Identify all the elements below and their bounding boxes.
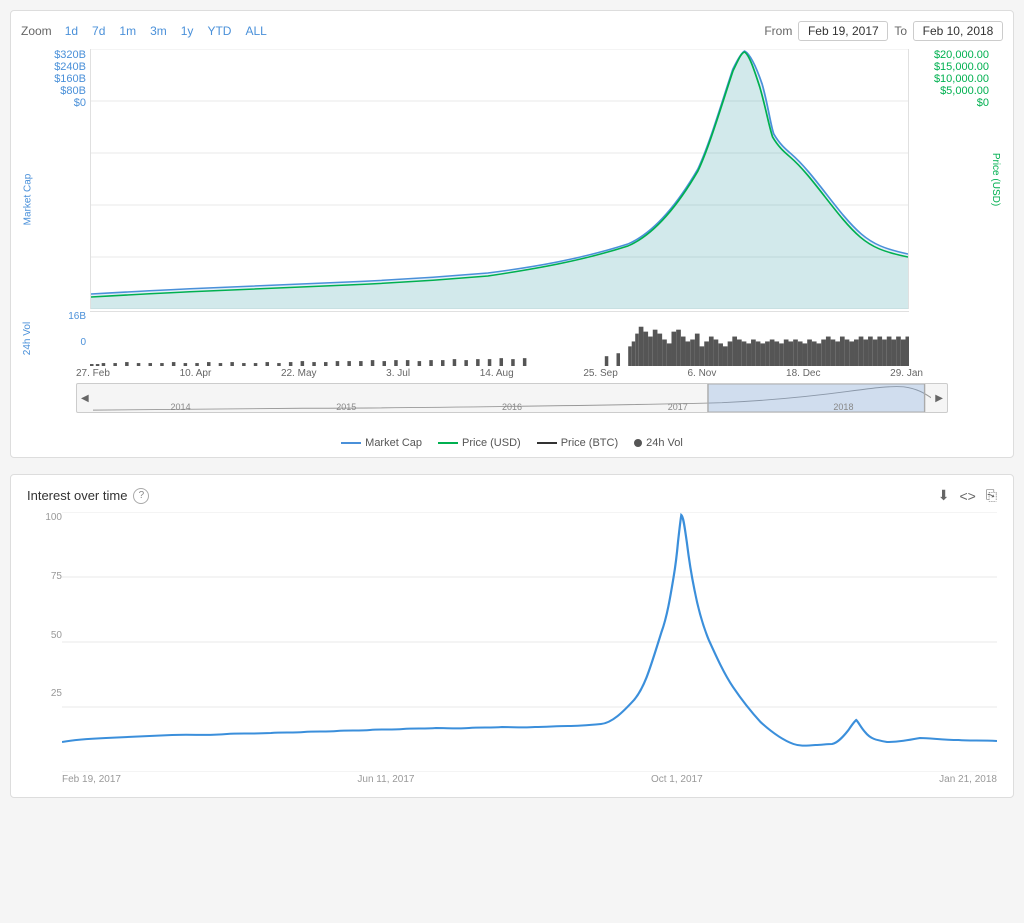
main-chart-container: Zoom 1d 7d 1m 3m 1y YTD ALL From To Mark… <box>10 10 1014 458</box>
vol-y-axis: 16B 0 <box>35 311 90 366</box>
nav-year-4: 2018 <box>833 402 853 412</box>
x-label-8: 29. Jan <box>890 368 923 379</box>
chart-toolbar: Zoom 1d 7d 1m 3m 1y YTD ALL From To <box>21 21 1003 41</box>
volume-chart-area <box>90 311 909 366</box>
zoom-label: Zoom <box>21 24 52 38</box>
y-label-left-3: $80B <box>35 85 90 97</box>
navigator-section: ◀ 2014 2015 2016 2017 2018 ▶ <box>21 383 1003 431</box>
interest-chart-svg <box>62 512 997 772</box>
share-icon[interactable]: ⎘ <box>986 487 997 504</box>
vol-label-bottom: 0 <box>35 337 90 348</box>
y-label-left-4: $0 <box>35 97 90 109</box>
legend-price-btc-label: Price (BTC) <box>561 437 618 449</box>
zoom-controls: Zoom 1d 7d 1m 3m 1y YTD ALL <box>21 22 272 40</box>
x-label-5: 25. Sep <box>583 368 617 379</box>
x-label-3: 3. Jul <box>386 368 410 379</box>
from-label: From <box>764 24 792 38</box>
chart-legend: Market Cap Price (USD) Price (BTC) 24h V… <box>21 437 1003 449</box>
interest-title: Interest over time <box>27 488 127 503</box>
x-axis-labels: 27. Feb 10. Apr 22. May 3. Jul 14. Aug 2… <box>21 366 1003 379</box>
legend-price-usd-line <box>438 442 458 444</box>
interest-y-3: 25 <box>27 688 62 699</box>
date-range-controls: From To <box>764 21 1003 41</box>
nav-left-arrow[interactable]: ◀ <box>77 393 93 404</box>
x-label-7: 18. Dec <box>786 368 820 379</box>
y-label-right-0: $20,000.00 <box>930 49 989 61</box>
legend-24h-vol: 24h Vol <box>634 437 683 449</box>
legend-price-btc: Price (BTC) <box>537 437 618 449</box>
zoom-7d-button[interactable]: 7d <box>87 22 110 40</box>
to-label: To <box>894 24 907 38</box>
interest-y-axis: 100 75 50 25 <box>27 512 62 772</box>
x-label-1: 10. Apr <box>180 368 212 379</box>
y-axis-right: $20,000.00 $15,000.00 $10,000.00 $5,000.… <box>909 49 989 129</box>
y-label-right-3: $5,000.00 <box>936 85 989 97</box>
legend-24h-vol-label: 24h Vol <box>646 437 683 449</box>
interest-y-0: 100 <box>27 512 62 523</box>
x-label-4: 14. Aug <box>480 368 514 379</box>
legend-24h-vol-dot <box>634 439 642 447</box>
navigator-bar[interactable]: ◀ 2014 2015 2016 2017 2018 ▶ <box>76 383 948 413</box>
price-chart-svg <box>91 49 908 309</box>
volume-chart-svg <box>90 312 909 366</box>
price-chart-svg-area <box>90 49 909 309</box>
legend-price-btc-line <box>537 442 557 444</box>
nav-right-arrow[interactable]: ▶ <box>931 393 947 404</box>
zoom-3m-button[interactable]: 3m <box>145 22 172 40</box>
interest-x-0: Feb 19, 2017 <box>62 774 121 785</box>
x-label-2: 22. May <box>281 368 317 379</box>
interest-title-row: Interest over time ? <box>27 488 149 504</box>
y-label-left-2: $160B <box>35 73 90 85</box>
x-label-0: 27. Feb <box>76 368 110 379</box>
y-label-right-4: $0 <box>973 97 989 109</box>
legend-market-cap-line <box>341 442 361 444</box>
zoom-1m-button[interactable]: 1m <box>114 22 141 40</box>
interest-y-1: 75 <box>27 571 62 582</box>
vol-label-top: 16B <box>35 311 90 322</box>
navigator-track: 2014 2015 2016 2017 2018 <box>93 384 932 412</box>
interest-actions: ⬇ <> ⎘ <box>938 487 997 504</box>
y-label-right-1: $15,000.00 <box>930 61 989 73</box>
y-label-right-2: $10,000.00 <box>930 73 989 85</box>
nav-year-0: 2014 <box>171 402 191 412</box>
zoom-ytd-button[interactable]: YTD <box>202 22 236 40</box>
interest-x-labels: Feb 19, 2017 Jun 11, 2017 Oct 1, 2017 Ja… <box>27 774 997 785</box>
interest-x-3: Jan 21, 2018 <box>939 774 997 785</box>
interest-x-1: Jun 11, 2017 <box>357 774 414 785</box>
interest-chart-inner <box>62 512 997 772</box>
interest-x-2: Oct 1, 2017 <box>651 774 703 785</box>
navigator-year-labels: 2014 2015 2016 2017 2018 <box>93 402 932 412</box>
from-date-input[interactable] <box>798 21 888 41</box>
nav-year-3: 2017 <box>668 402 688 412</box>
y-axis-left: $320B $240B $160B $80B $0 <box>35 49 90 129</box>
vol-axis-title: 24h Vol <box>23 322 34 355</box>
y-label-left-1: $240B <box>35 61 90 73</box>
legend-price-usd: Price (USD) <box>438 437 521 449</box>
interest-line <box>62 515 997 746</box>
legend-market-cap: Market Cap <box>341 437 422 449</box>
legend-market-cap-label: Market Cap <box>365 437 422 449</box>
nav-year-1: 2015 <box>336 402 356 412</box>
interest-y-2: 50 <box>27 630 62 641</box>
download-icon[interactable]: ⬇ <box>938 487 950 504</box>
x-label-6: 6. Nov <box>687 368 716 379</box>
y-axis-left-title: Market Cap <box>23 173 34 225</box>
interest-chart-wrapper: 100 75 50 25 <box>27 512 997 772</box>
interest-container: Interest over time ? ⬇ <> ⎘ 100 75 50 25 <box>10 474 1014 798</box>
legend-price-usd-label: Price (USD) <box>462 437 521 449</box>
zoom-all-button[interactable]: ALL <box>240 22 271 40</box>
zoom-1y-button[interactable]: 1y <box>176 22 199 40</box>
y-axis-right-title: Price (USD) <box>991 152 1002 205</box>
price-usd-area <box>91 52 908 309</box>
embed-icon[interactable]: <> <box>959 488 975 504</box>
nav-year-2: 2016 <box>502 402 522 412</box>
to-date-input[interactable] <box>913 21 1003 41</box>
interest-header: Interest over time ? ⬇ <> ⎘ <box>27 487 997 504</box>
y-label-left-0: $320B <box>35 49 90 61</box>
help-icon[interactable]: ? <box>133 488 149 504</box>
zoom-1d-button[interactable]: 1d <box>60 22 83 40</box>
